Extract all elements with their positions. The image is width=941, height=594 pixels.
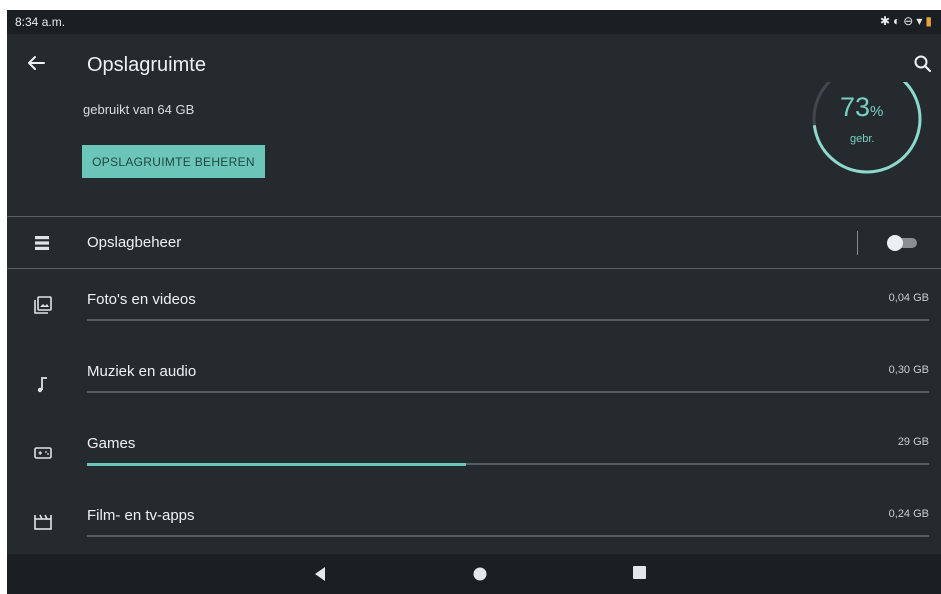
category-size: 0,30 GB <box>888 364 929 376</box>
category-label: Film- en tv-apps <box>87 507 195 524</box>
dnd-icon: ⊖ <box>903 14 917 28</box>
nav-back-icon[interactable] <box>313 567 327 581</box>
divider <box>7 268 941 269</box>
app-bar: Opslagruimte <box>7 34 941 96</box>
storage-used-text: gebruikt van 64 GB <box>83 102 195 117</box>
category-row-photos[interactable]: Foto's en videos 0,04 GB <box>7 284 941 356</box>
photo-icon <box>34 296 52 314</box>
back-arrow-icon[interactable] <box>25 52 47 74</box>
storage-manager-label: Opslagbeheer <box>87 234 182 251</box>
toggle-thumb <box>887 235 903 251</box>
music-note-icon <box>37 377 47 393</box>
status-time: 8:34 a.m. <box>15 15 66 29</box>
navigation-bar <box>7 554 941 594</box>
settings-screen: 8:34 a.m. ✱◐⊖▾▮ Opslagruimte gebruikt va… <box>7 10 941 594</box>
clapperboard-icon <box>34 514 52 530</box>
vertical-divider <box>857 231 858 255</box>
nav-home-icon[interactable] <box>473 567 487 581</box>
category-usage-bar <box>87 535 929 537</box>
manage-storage-button[interactable]: OPSLAGRUIMTE BEHEREN <box>82 145 265 178</box>
category-usage-bar <box>87 391 929 393</box>
usage-percent-label: gebr. <box>850 133 875 145</box>
category-row-games[interactable]: Games 29 GB <box>7 428 941 500</box>
data-saver-icon: ◐ <box>893 14 904 28</box>
search-icon[interactable] <box>913 54 933 74</box>
storage-manager-toggle[interactable] <box>887 235 919 251</box>
storage-manager-row[interactable]: Opslagbeheer <box>7 218 941 268</box>
category-size: 29 GB <box>897 436 929 448</box>
category-size: 0,24 GB <box>888 508 929 520</box>
category-usage-fill <box>87 463 466 466</box>
category-label: Games <box>87 435 136 452</box>
divider <box>7 216 941 217</box>
gamepad-icon <box>34 447 52 459</box>
category-label: Muziek en audio <box>87 363 197 380</box>
nav-recent-apps-icon[interactable] <box>633 566 646 579</box>
bluetooth-icon: ✱ <box>879 14 894 28</box>
status-bar: 8:34 a.m. ✱◐⊖▾▮ <box>7 10 941 34</box>
status-icons: ✱◐⊖▾▮ <box>880 14 935 28</box>
category-row-music[interactable]: Muziek en audio 0,30 GB <box>7 356 941 428</box>
category-size: 0,04 GB <box>888 292 929 304</box>
storage-list-icon <box>35 236 49 250</box>
category-usage-bar <box>87 319 929 321</box>
usage-percent: 73% <box>840 92 884 122</box>
category-label: Foto's en videos <box>87 291 196 308</box>
category-usage-bar <box>87 463 929 466</box>
battery-icon: ▮ <box>925 14 935 28</box>
page-title: Opslagruimte <box>87 54 206 76</box>
